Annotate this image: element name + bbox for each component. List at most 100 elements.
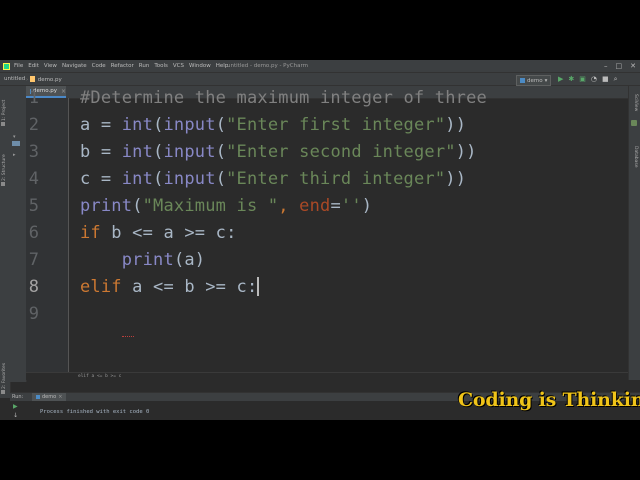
toolbar-actions: ▶ ✱ ▣ ◔ ■ ⌕ bbox=[558, 75, 618, 84]
comment-token: #Determine the maximum integer of three bbox=[80, 88, 487, 108]
menu-tools[interactable]: Tools bbox=[154, 63, 168, 69]
chevron-right-icon: › bbox=[26, 77, 29, 83]
menu-edit[interactable]: Edit bbox=[28, 63, 39, 69]
chevron-down-icon: ▾ bbox=[544, 77, 548, 84]
line-number-current: 8 bbox=[28, 277, 39, 297]
star-icon bbox=[1, 390, 5, 394]
structure-tool-button[interactable]: 2: Structure bbox=[1, 154, 7, 186]
run-config-dropdown[interactable]: demo ▾ bbox=[516, 75, 552, 86]
code-editor[interactable]: demo.py × 1 2 3 4 5 6 7 8 9 #Determine t… bbox=[26, 86, 628, 380]
minimize-icon[interactable]: – bbox=[604, 62, 608, 70]
run-tab-label: demo bbox=[42, 394, 57, 400]
code-token: (a) bbox=[173, 250, 206, 270]
menu-run[interactable]: Run bbox=[139, 63, 150, 69]
stop-icon[interactable]: ■ bbox=[602, 75, 609, 84]
string-token: "Enter first integer" bbox=[226, 115, 446, 135]
code-token: ( bbox=[215, 142, 227, 162]
code-line-6: if b <= a >= c: bbox=[80, 220, 237, 247]
nav-file: demo.py bbox=[37, 77, 62, 83]
menu-navigate[interactable]: Navigate bbox=[62, 63, 87, 69]
text-caret bbox=[257, 277, 259, 296]
favorites-tool-button[interactable]: 2: Favorites bbox=[1, 363, 7, 394]
nav-file-crumb[interactable]: › demo.py bbox=[26, 76, 62, 83]
code-token: ( bbox=[153, 169, 164, 189]
project-icon bbox=[1, 122, 5, 126]
scroll-down-icon[interactable]: ↓ bbox=[13, 412, 18, 419]
python-file-icon bbox=[29, 76, 35, 82]
keyword-token: if bbox=[80, 223, 101, 243]
profile-icon[interactable]: ◔ bbox=[591, 75, 597, 84]
right-tool-strip: SciView Database bbox=[628, 86, 640, 380]
code-token: b <= a >= c: bbox=[100, 223, 237, 243]
folder-icon bbox=[12, 141, 20, 146]
builtin-token: print bbox=[121, 250, 174, 270]
code-line-7: print(a) bbox=[80, 247, 205, 274]
inspection-ok-icon[interactable] bbox=[631, 120, 637, 126]
code-token: ( bbox=[132, 196, 143, 216]
menu-window[interactable]: Window bbox=[189, 63, 211, 69]
close-icon[interactable]: × bbox=[61, 88, 66, 95]
project-tool-button[interactable]: 1: Project bbox=[1, 100, 7, 126]
favorites-tool-label: 2: Favorites bbox=[2, 362, 7, 389]
line-number: 6 bbox=[28, 223, 39, 243]
code-token: ) bbox=[361, 196, 373, 216]
window-controls: – □ ✕ bbox=[604, 60, 636, 72]
window-title: untitled - demo.py - PyCharm bbox=[227, 63, 308, 69]
database-tool-button[interactable]: Database bbox=[633, 146, 638, 167]
run-toolbar: ▶ ↓ bbox=[10, 401, 24, 420]
menu-file[interactable]: File bbox=[14, 63, 23, 69]
code-token: )) bbox=[455, 142, 477, 162]
code-token: ( bbox=[215, 169, 227, 189]
line-number: 9 bbox=[28, 304, 39, 324]
rerun-icon[interactable]: ▶ bbox=[13, 403, 18, 410]
code-token: ( bbox=[215, 115, 227, 135]
debug-icon[interactable]: ✱ bbox=[568, 75, 574, 84]
keyword-token: elif bbox=[80, 277, 122, 297]
run-tab-demo[interactable]: demo × bbox=[32, 393, 67, 401]
sciview-tool-button[interactable]: SciView bbox=[633, 94, 638, 111]
pycharm-window: File Edit View Navigate Code Refactor Ru… bbox=[0, 60, 640, 420]
menu-code[interactable]: Code bbox=[92, 63, 106, 69]
maximize-icon[interactable]: □ bbox=[616, 62, 623, 70]
run-icon[interactable]: ▶ bbox=[558, 75, 563, 84]
menu-vcs[interactable]: VCS bbox=[173, 63, 184, 69]
builtin-token: input bbox=[163, 115, 216, 135]
python-icon bbox=[520, 78, 525, 83]
tree-collapse-icon[interactable]: ▸ bbox=[13, 152, 16, 158]
tree-expand-icon[interactable]: ▾ bbox=[13, 134, 16, 140]
structure-icon bbox=[1, 182, 5, 186]
indent-token bbox=[80, 250, 122, 270]
code-line-5: print("Maximum is ", end='') bbox=[80, 193, 372, 220]
channel-watermark: Coding is Thinking bbox=[458, 389, 640, 411]
code-line-1: #Determine the maximum integer of three bbox=[80, 86, 487, 112]
code-token: ( bbox=[153, 142, 164, 162]
builtin-token: print bbox=[80, 196, 133, 216]
code-token: a = bbox=[80, 115, 122, 135]
run-output: Process finished with exit code 0 bbox=[40, 409, 150, 415]
coverage-icon[interactable]: ▣ bbox=[579, 75, 586, 84]
run-config-label: demo bbox=[527, 77, 543, 84]
code-token: )) bbox=[445, 115, 467, 135]
pycharm-logo-icon bbox=[3, 62, 10, 70]
run-label: Run: bbox=[12, 394, 24, 400]
close-window-icon[interactable]: ✕ bbox=[630, 62, 636, 70]
code-breadcrumb[interactable]: elif a <= b >= c bbox=[26, 372, 628, 380]
line-number: 3 bbox=[28, 142, 39, 162]
code-token: , bbox=[278, 196, 300, 216]
code-line-8: elif a <= b >= c: bbox=[80, 274, 259, 301]
navigation-bar: untitled › demo.py demo ▾ ▶ ✱ ▣ ◔ ■ ⌕ bbox=[0, 72, 640, 86]
project-panel: ▾ ▸ bbox=[10, 86, 27, 382]
menu-view[interactable]: View bbox=[44, 63, 57, 69]
close-icon[interactable]: × bbox=[58, 394, 62, 400]
search-icon[interactable]: ⌕ bbox=[614, 75, 618, 84]
builtin-token: int bbox=[121, 169, 154, 189]
menu-refactor[interactable]: Refactor bbox=[111, 63, 134, 69]
line-number: 2 bbox=[28, 115, 39, 135]
project-tool-label: 1: Project bbox=[2, 99, 7, 121]
string-token: "Enter third integer" bbox=[226, 169, 446, 189]
python-icon bbox=[36, 395, 40, 399]
string-token: '' bbox=[340, 196, 362, 216]
code-token: ( bbox=[153, 115, 164, 135]
nav-project[interactable]: untitled bbox=[4, 76, 25, 82]
menu-bar: File Edit View Navigate Code Refactor Ru… bbox=[0, 60, 640, 72]
